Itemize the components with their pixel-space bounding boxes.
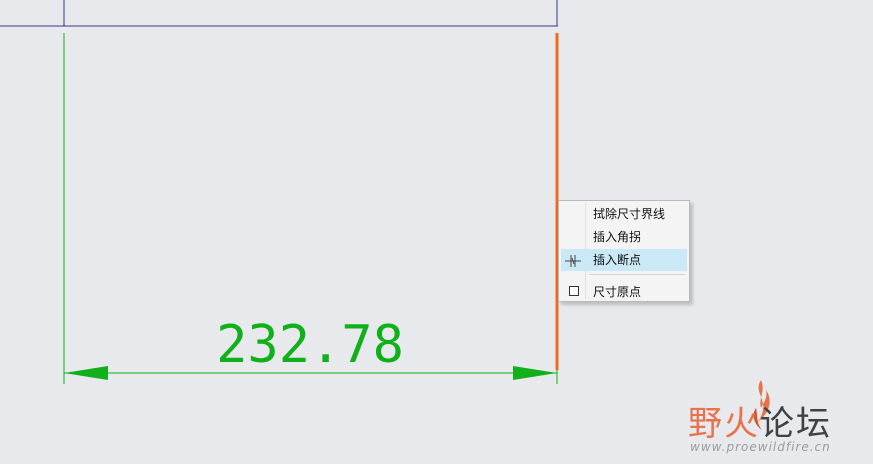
watermark-url: www.proewildfire.cn <box>690 440 831 454</box>
menu-item-label: 插入角拐 <box>593 230 642 244</box>
menu-item-label: 尺寸原点 <box>593 285 642 299</box>
menu-item-insert-break[interactable]: 插入断点 <box>561 249 687 271</box>
arrowhead-right <box>513 366 557 380</box>
menu-item-label: 拭除尺寸界线 <box>593 207 666 221</box>
watermark-title: 野火论坛 <box>688 396 832 445</box>
watermark: 野火论坛 www.proewildfire.cn <box>688 378 868 458</box>
dimension-value[interactable]: 232.78 <box>216 315 404 375</box>
watermark-title-part1: 野火 <box>688 404 760 444</box>
watermark-title-part2: 论坛 <box>760 404 832 444</box>
insert-break-icon <box>565 253 581 267</box>
arrowhead-left <box>64 366 108 380</box>
menu-separator <box>589 274 685 275</box>
context-menu: 拭除尺寸界线 插入角拐 插入断点 尺寸原点 <box>558 200 690 302</box>
menu-item-erase-extension-line[interactable]: 拭除尺寸界线 <box>561 203 687 225</box>
menu-item-dimension-origin[interactable]: 尺寸原点 <box>561 281 687 303</box>
checkbox-icon[interactable] <box>569 286 579 296</box>
menu-item-insert-jog[interactable]: 插入角拐 <box>561 226 687 248</box>
menu-item-label: 插入断点 <box>593 253 642 267</box>
